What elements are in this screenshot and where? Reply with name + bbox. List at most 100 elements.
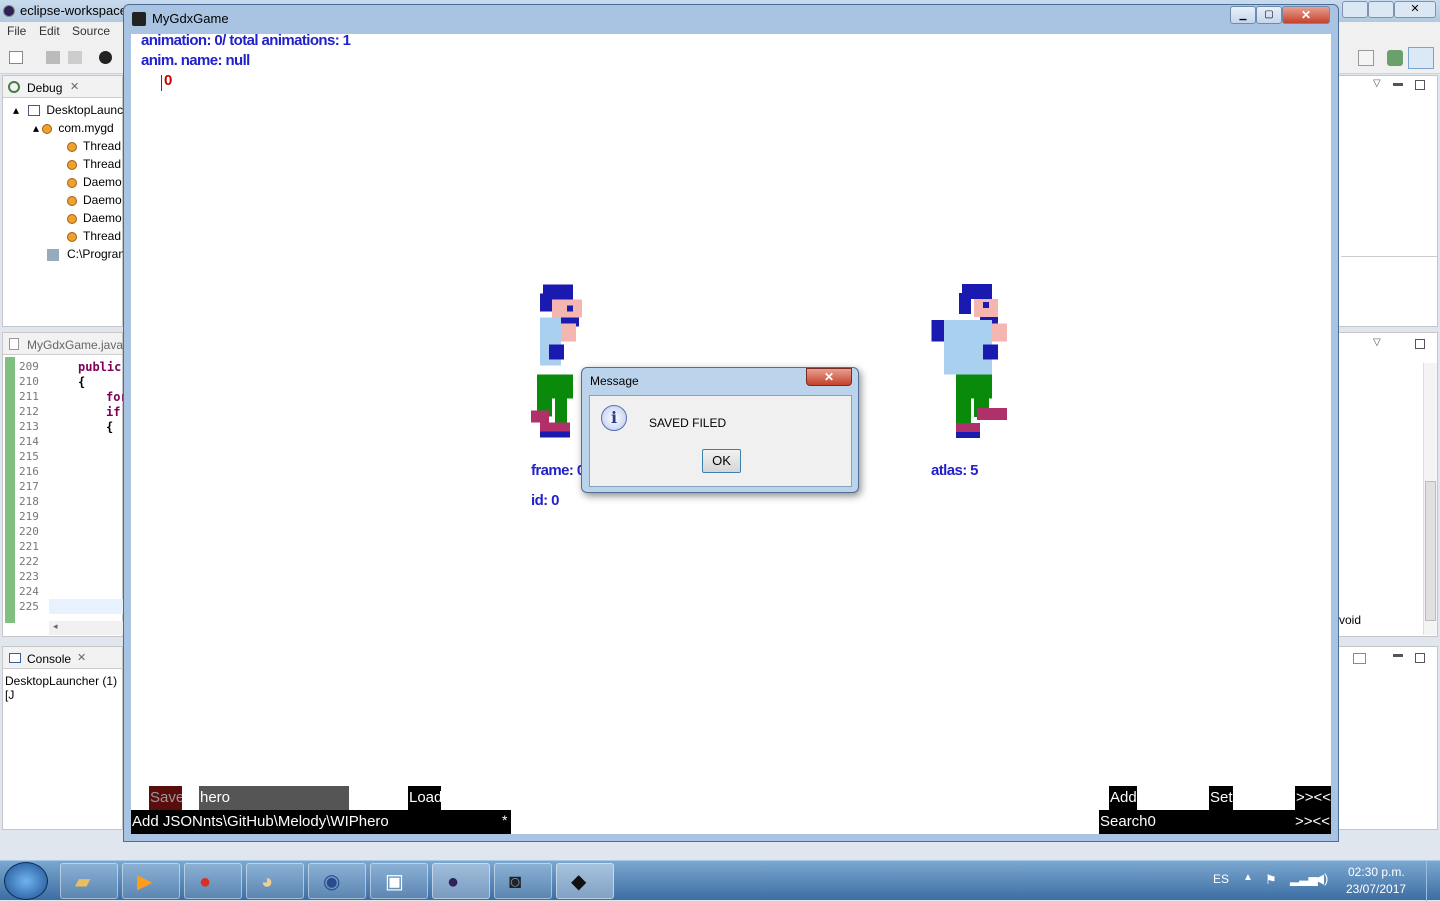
console-tab-close-icon[interactable]: ✕ bbox=[77, 651, 86, 664]
line-number: 219 bbox=[19, 510, 39, 523]
debug-perspective-icon[interactable] bbox=[1408, 47, 1434, 69]
load-button[interactable]: Load bbox=[408, 786, 441, 810]
libgdx-icon: ◆ bbox=[571, 871, 587, 893]
volume-icon[interactable]: ◀) bbox=[1314, 871, 1328, 887]
language-indicator[interactable]: ES bbox=[1213, 872, 1229, 886]
ok-button[interactable]: OK bbox=[702, 449, 741, 473]
dialog-body: i SAVED FILED OK bbox=[589, 395, 852, 487]
nav-top-button[interactable]: >><< bbox=[1295, 786, 1331, 810]
taskbar-explorer[interactable]: ▰ bbox=[60, 863, 118, 899]
tree-launcher[interactable]: ▴ DesktopLaunc bbox=[13, 103, 123, 121]
animation-name: anim. name: null bbox=[141, 52, 250, 69]
name-input[interactable]: hero bbox=[199, 786, 349, 810]
editor-tab[interactable]: MyGdxGame.java bbox=[27, 338, 123, 352]
taskbar-paint[interactable]: ◕ bbox=[246, 863, 304, 899]
scroll-thumb[interactable] bbox=[1425, 481, 1436, 621]
code-brace[interactable]: { bbox=[106, 420, 113, 434]
code-brace[interactable]: { bbox=[78, 375, 85, 389]
java-perspective-icon[interactable] bbox=[1387, 50, 1403, 66]
start-button[interactable] bbox=[4, 862, 48, 900]
save-all-icon[interactable] bbox=[68, 51, 82, 64]
add-json-field[interactable]: Add JSONnts\GitHub\Melody\WIPhero bbox=[131, 810, 511, 834]
tree-thread[interactable]: Thread bbox=[67, 139, 121, 157]
outline-item[interactable]: void bbox=[1339, 613, 1361, 627]
menu-source[interactable]: Source bbox=[72, 24, 110, 38]
tree-thread[interactable]: Thread bbox=[67, 157, 121, 175]
current-line-highlight bbox=[49, 599, 123, 614]
taskbar-thunderbird[interactable]: ◉ bbox=[308, 863, 366, 899]
line-number: 215 bbox=[19, 450, 39, 463]
cursor-value[interactable]: 0 bbox=[164, 72, 172, 89]
taskbar-twitch[interactable]: ▣ bbox=[370, 863, 428, 899]
dialog-close-button[interactable]: ✕ bbox=[806, 368, 852, 386]
text-cursor bbox=[161, 75, 162, 91]
code-keyword[interactable]: public bbox=[78, 360, 121, 374]
view-menu-icon[interactable]: ▽ bbox=[1373, 337, 1381, 348]
taskbar-chrome[interactable]: ● bbox=[184, 863, 242, 899]
hero-sprite-atlas[interactable] bbox=[931, 284, 1011, 438]
windows-taskbar: ▰ ▶ ● ◕ ◉ ▣ ● ◙ ◆ ES ▲ ⚑ ▂▃▅ ◀) 02:30 p.… bbox=[0, 860, 1440, 901]
taskbar-mygdxgame[interactable]: ◆ bbox=[556, 863, 614, 899]
tree-package[interactable]: ▴ com.mygd bbox=[33, 121, 114, 139]
tree-thread[interactable]: Thread bbox=[67, 229, 121, 247]
console-tab[interactable]: Console bbox=[27, 652, 71, 666]
debug-tab[interactable]: Debug bbox=[27, 81, 62, 95]
maximize-view-icon[interactable] bbox=[1415, 80, 1425, 90]
folder-icon: ▰ bbox=[75, 871, 91, 893]
libgdx-logo-icon bbox=[132, 12, 146, 26]
console-tabbar: Console ✕ bbox=[3, 647, 122, 669]
tree-daemon[interactable]: Daemo bbox=[67, 175, 122, 193]
code-keyword[interactable]: if bbox=[106, 405, 120, 419]
save-button[interactable]: Save bbox=[149, 786, 182, 810]
taskbar-eclipse[interactable]: ● bbox=[432, 863, 490, 899]
taskbar-media-player[interactable]: ▶ bbox=[122, 863, 180, 899]
right-panel-middle: ▽ void bbox=[1338, 332, 1438, 637]
game-close-button[interactable]: ✕ bbox=[1282, 6, 1330, 24]
line-number: 213 bbox=[19, 420, 39, 433]
nav-bottom-button[interactable]: >><< bbox=[1295, 813, 1330, 830]
clock-date[interactable]: 23/07/2017 bbox=[1346, 882, 1406, 896]
animation-info: animation: 0/ total animations: 1 bbox=[141, 34, 351, 49]
right-scrollbar[interactable] bbox=[1423, 363, 1437, 635]
action-center-icon[interactable]: ⚑ bbox=[1265, 872, 1277, 888]
set-button[interactable]: Set bbox=[1209, 786, 1233, 810]
maximize-view-icon[interactable] bbox=[1415, 339, 1425, 349]
tree-program[interactable]: C:\Progran bbox=[47, 247, 125, 265]
maximize-view-icon[interactable] bbox=[1415, 653, 1425, 663]
game-minimize-button[interactable]: ▁ bbox=[1230, 6, 1256, 24]
eclipse-maximize-button[interactable] bbox=[1368, 1, 1394, 18]
menu-edit[interactable]: Edit bbox=[39, 24, 60, 38]
tree-daemon[interactable]: Daemo bbox=[67, 193, 122, 211]
clock-time[interactable]: 02:30 p.m. bbox=[1348, 865, 1405, 879]
save-icon[interactable] bbox=[46, 51, 60, 64]
line-number: 214 bbox=[19, 435, 39, 448]
debug-icon bbox=[8, 81, 20, 93]
minimize-view-icon[interactable]: ▬ bbox=[1393, 78, 1403, 89]
debug-profile-icon[interactable] bbox=[99, 51, 112, 64]
new-console-icon[interactable] bbox=[1353, 653, 1366, 664]
debug-tabbar: Debug ✕ bbox=[3, 76, 122, 98]
editor-tabbar: MyGdxGame.java bbox=[3, 333, 123, 355]
console-process: DesktopLauncher (1) [J bbox=[5, 674, 118, 702]
eclipse-icon: ● bbox=[447, 871, 460, 893]
menu-file[interactable]: File bbox=[7, 24, 26, 38]
debug-tab-close-icon[interactable]: ✕ bbox=[70, 80, 79, 93]
eclipse-close-button[interactable]: ✕ bbox=[1394, 1, 1436, 18]
dialog-title: Message bbox=[590, 374, 639, 388]
editor-hscrollbar[interactable]: ◂ bbox=[49, 621, 123, 635]
debug-panel: Debug ✕ ▴ DesktopLaunc ▴ com.mygd Thread… bbox=[2, 75, 125, 327]
line-number: 218 bbox=[19, 495, 39, 508]
game-maximize-button[interactable]: ▢ bbox=[1256, 6, 1282, 24]
tree-daemon[interactable]: Daemo bbox=[67, 211, 122, 229]
eclipse-minimize-button[interactable] bbox=[1342, 1, 1368, 18]
taskbar-gamepad[interactable]: ◙ bbox=[494, 863, 552, 899]
perspective-open-icon[interactable] bbox=[1358, 50, 1374, 66]
add-button[interactable]: Add bbox=[1109, 786, 1137, 810]
view-menu-icon[interactable]: ▽ bbox=[1373, 78, 1381, 89]
line-number: 211 bbox=[19, 390, 39, 403]
right-panel-top: ▽ ▬ bbox=[1338, 75, 1438, 327]
new-icon[interactable] bbox=[9, 51, 23, 64]
show-hidden-icons[interactable]: ▲ bbox=[1243, 872, 1253, 883]
minimize-view-icon[interactable]: ▬ bbox=[1393, 649, 1403, 660]
show-desktop-button[interactable] bbox=[1426, 861, 1440, 901]
